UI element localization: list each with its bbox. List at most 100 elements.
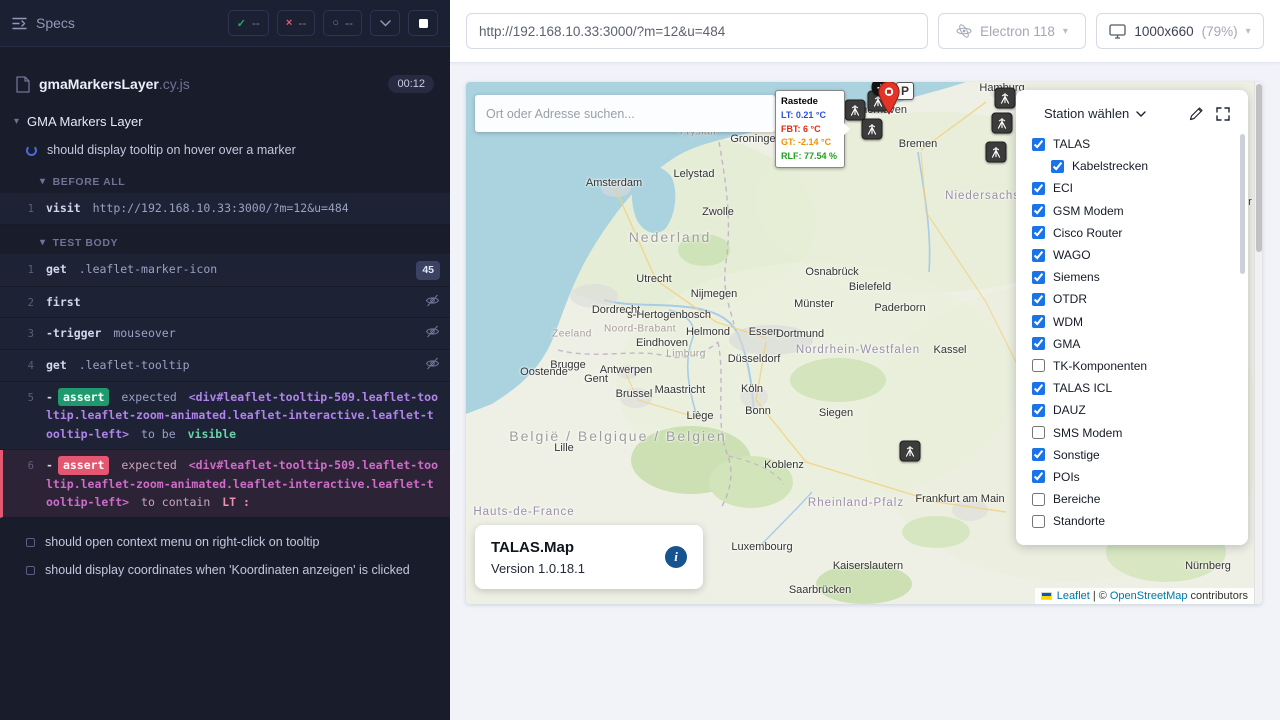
- scrollbar-thumb[interactable]: [1256, 84, 1262, 252]
- station-item[interactable]: Standorte: [1032, 510, 1238, 532]
- station-item[interactable]: DAUZ: [1032, 399, 1238, 421]
- test-context-menu[interactable]: should open context menu on right-click …: [0, 528, 450, 556]
- station-checkbox[interactable]: [1032, 382, 1045, 395]
- test-coordinates[interactable]: should display coordinates when 'Koordin…: [0, 556, 450, 584]
- assertion-body: -assert expected <div#leaflet-tooltip-50…: [46, 388, 440, 443]
- command-row-visit[interactable]: 1 visit http://192.168.10.33:3000/?m=12&…: [0, 193, 450, 225]
- browser-select[interactable]: Electron 118 ▾: [938, 13, 1086, 49]
- command-row-first[interactable]: 2 first: [0, 287, 450, 319]
- station-label: SMS Modem: [1053, 426, 1122, 440]
- station-item[interactable]: ECI: [1032, 177, 1238, 199]
- command-number: 6: [3, 456, 46, 475]
- station-item[interactable]: GSM Modem: [1032, 200, 1238, 222]
- invisible-eye-icon: [417, 324, 440, 338]
- chevron-down-icon: ▾: [1063, 26, 1068, 37]
- station-checkbox[interactable]: [1032, 204, 1045, 217]
- station-checkbox[interactable]: [1032, 271, 1045, 284]
- station-item[interactable]: POIs: [1032, 466, 1238, 488]
- station-marker[interactable]: [992, 113, 1013, 134]
- command-message: .leaflet-tooltip: [79, 358, 190, 372]
- spec-file-row[interactable]: gmaMarkersLayer.cy.js 00:12: [0, 75, 450, 93]
- station-item[interactable]: SMS Modem: [1032, 421, 1238, 443]
- station-checkbox[interactable]: [1032, 226, 1045, 239]
- station-item[interactable]: TK-Komponenten: [1032, 355, 1238, 377]
- station-item[interactable]: Cisco Router: [1032, 222, 1238, 244]
- command-row-assert-contain[interactable]: 6 -assert expected <div#leaflet-tooltip-…: [0, 450, 450, 518]
- command-method: get: [46, 262, 67, 276]
- command-row-trigger[interactable]: 3 -trigger mouseover: [0, 318, 450, 350]
- pending-test-icon: [26, 538, 35, 547]
- station-checkbox[interactable]: [1032, 293, 1045, 306]
- station-checkbox[interactable]: [1051, 160, 1064, 173]
- app-version: Version 1.0.18.1: [491, 561, 585, 576]
- spec-name: gmaMarkersLayer.cy.js: [39, 76, 379, 92]
- red-pin-marker[interactable]: [876, 82, 902, 115]
- expand-icon[interactable]: [1216, 107, 1230, 121]
- spec-duration-badge: 00:12: [388, 75, 434, 93]
- station-item[interactable]: TALAS ICL: [1032, 377, 1238, 399]
- chevron-down-icon[interactable]: [1136, 111, 1146, 117]
- leaflet-link[interactable]: Leaflet: [1057, 590, 1090, 602]
- station-marker[interactable]: [862, 119, 883, 140]
- command-row-get-markers[interactable]: 1 get .leaflet-marker-icon 45: [0, 254, 450, 287]
- station-item[interactable]: Kabelstrecken: [1032, 155, 1238, 177]
- test-display-tooltip[interactable]: should display tooltip on hover over a m…: [0, 136, 450, 164]
- test-title: should open context menu on right-click …: [45, 535, 319, 549]
- command-number: 5: [0, 388, 46, 407]
- url-input[interactable]: [466, 13, 928, 49]
- suite-gma-markers-layer[interactable]: ▾ GMA Markers Layer: [0, 107, 450, 136]
- station-checkbox[interactable]: [1032, 337, 1045, 350]
- station-item[interactable]: WAGO: [1032, 244, 1238, 266]
- marker-tooltip: Rastede LT: 0.21 °C FBT: 6 °C GT: -2.14 …: [775, 90, 845, 168]
- openstreetmap-link[interactable]: OpenStreetMap: [1110, 590, 1188, 602]
- station-marker[interactable]: [995, 88, 1016, 109]
- station-checkbox[interactable]: [1032, 515, 1045, 528]
- panel-scrollbar[interactable]: [1240, 134, 1245, 274]
- station-checkbox[interactable]: [1032, 404, 1045, 417]
- station-select-dropdown[interactable]: Station wählen: [1044, 106, 1129, 121]
- collapse-all-button[interactable]: [370, 10, 400, 36]
- station-item[interactable]: GMA: [1032, 333, 1238, 355]
- station-checkbox[interactable]: [1032, 470, 1045, 483]
- collapse-caret-icon: ▾: [14, 117, 19, 127]
- station-checkbox[interactable]: [1032, 138, 1045, 151]
- station-marker[interactable]: [845, 100, 866, 121]
- station-item[interactable]: Sonstige: [1032, 444, 1238, 466]
- station-item[interactable]: OTDR: [1032, 288, 1238, 310]
- test-body-section[interactable]: ▾ TEST BODY: [0, 225, 450, 254]
- passed-count: ✓--: [228, 10, 269, 36]
- attribution-separator: | ©: [1093, 590, 1107, 602]
- before-all-section[interactable]: ▾ BEFORE ALL: [0, 164, 450, 193]
- station-item[interactable]: Bereiche: [1032, 488, 1238, 510]
- station-checkbox[interactable]: [1032, 359, 1045, 372]
- station-marker[interactable]: [986, 142, 1007, 163]
- failed-count: ×--: [277, 10, 315, 36]
- station-checkbox[interactable]: [1032, 315, 1045, 328]
- command-row-get-tooltip[interactable]: 4 get .leaflet-tooltip: [0, 350, 450, 382]
- viewport-select[interactable]: 1000x660 (79%) ▾: [1096, 13, 1264, 49]
- station-checkbox[interactable]: [1032, 493, 1045, 506]
- tooltip-row: FBT: 6 °C: [781, 123, 839, 137]
- command-number: 1: [0, 260, 46, 279]
- station-checkbox[interactable]: [1032, 426, 1045, 439]
- station-label: WDM: [1053, 315, 1083, 329]
- search-input[interactable]: [475, 95, 775, 132]
- station-item[interactable]: TALAS: [1032, 133, 1238, 155]
- station-item[interactable]: WDM: [1032, 311, 1238, 333]
- stop-button[interactable]: [408, 10, 438, 36]
- specs-menu-button[interactable]: Specs: [12, 15, 75, 31]
- app-scrollbar[interactable]: [1254, 82, 1262, 604]
- station-item[interactable]: Siemens: [1032, 266, 1238, 288]
- suite-title: GMA Markers Layer: [27, 114, 143, 129]
- station-marker[interactable]: [900, 441, 921, 462]
- station-checkbox[interactable]: [1032, 182, 1045, 195]
- station-checkbox[interactable]: [1032, 249, 1045, 262]
- station-checkbox[interactable]: [1032, 448, 1045, 461]
- info-icon[interactable]: i: [665, 546, 687, 568]
- assert-dash: -: [46, 458, 53, 472]
- specs-label: Specs: [36, 15, 75, 31]
- command-number: 2: [0, 293, 46, 312]
- edit-pencil-icon[interactable]: [1189, 106, 1204, 121]
- test-stats: ✓-- ×-- ○--: [228, 10, 438, 36]
- command-row-assert-visible[interactable]: 5 -assert expected <div#leaflet-tooltip-…: [0, 382, 450, 450]
